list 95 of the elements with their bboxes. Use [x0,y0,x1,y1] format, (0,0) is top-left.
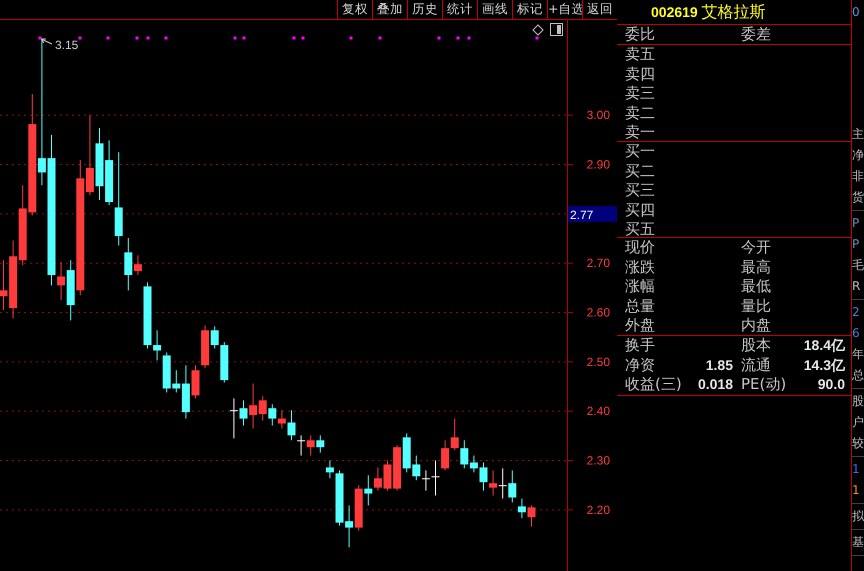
candlestick [336,470,344,526]
ask-level-label: 卖四 [625,64,656,84]
side-info-text: 净 [852,147,864,164]
candlestick [422,470,430,492]
side-info-text: 股 [852,393,864,410]
stock-code: 002619 [651,4,698,20]
side-info-text: 总 [852,367,864,384]
field-label: 最高 [740,258,772,278]
ask-level-label: 卖三 [625,84,656,104]
price-axis-label: 2.40 [586,404,610,418]
bid-level-label: 买二 [625,162,656,182]
field-value: 1.85 [706,356,733,373]
field-value: 14.3亿 [804,356,845,373]
candlestick [326,460,334,479]
bid-level-label: 买五 [625,220,656,240]
price-axis-label: 2.20 [586,502,610,517]
field-label: 净资 [625,356,656,376]
high-price-label: 3.15 [55,38,78,52]
price-axis-label: 2.30 [586,454,610,468]
field-label: 今开 [740,238,772,258]
field-label: 委差 [740,25,772,44]
candlestick [393,444,402,492]
candlestick [384,460,392,492]
side-info-text: 货 [852,189,864,206]
ask-level-label: 卖五 [625,45,656,65]
candlestick [153,330,162,361]
field-label: 总量 [625,296,656,316]
field-label: 内盘 [740,316,772,336]
field-label: 外盘 [625,316,656,336]
candlestick [316,434,324,454]
price-axis-label: 2.90 [586,158,610,172]
field-value: 18.4亿 [804,337,845,354]
price-axis-label: 2.50 [586,354,610,369]
side-info-text: 较 [852,435,864,452]
field-label: 委比 [625,25,656,44]
side-info-text: 毛 [852,257,864,274]
candlestick [297,434,306,456]
candlestick [268,404,276,426]
side-info-text: 年 [852,346,864,363]
bid-level-label: 买三 [625,181,656,201]
field-label: 涨幅 [625,277,656,297]
candlestick [480,462,488,492]
side-info-text: R [852,278,862,295]
candlestick [278,410,286,429]
side-info-text: P [852,236,860,253]
stock-name: 艾格拉斯 [702,2,766,22]
price-axis-label: 2.70 [586,256,610,270]
field-value: 90.0 [818,376,845,392]
field-label: 量比 [740,296,772,316]
ask-level-label: 卖二 [625,104,656,124]
bid-level-label: 买一 [625,142,656,162]
side-info-text: P [852,215,860,232]
candlestick [240,400,248,426]
diamond-icon[interactable] [532,24,544,36]
field-value: 0.018 [698,376,733,392]
field-label: PE(动) [740,375,785,395]
price-axis-label: 3.00 [586,108,610,122]
candlestick [230,398,238,439]
candlestick [288,410,296,441]
candlestick [528,504,536,528]
side-info-text: 非 [852,168,864,185]
field-label: 收益(三) [625,375,683,395]
candlestick [306,434,315,456]
side-info-text: 1 [852,461,861,478]
side-info-text: 主 [852,126,864,143]
leader-line [40,38,52,44]
candlestick [498,468,507,499]
panel-toggle-icon[interactable] [550,23,563,36]
candlestick [432,460,440,496]
candlestick [441,440,450,471]
candlestick [192,364,200,399]
price-axis-label: 2.60 [586,306,610,320]
side-info-text: 0 [852,4,861,21]
side-info-text: 拟 [852,508,864,525]
field-label: 股本 [740,336,772,356]
ask-level-label: 卖一 [625,123,656,142]
side-info-text: 1 [852,482,861,499]
side-info-text: 基 [852,534,864,551]
current-price-tag [568,206,617,222]
side-info-text: 6 [852,325,861,342]
candlestick [345,504,354,548]
field-label: 换手 [625,336,656,356]
field-label: 涨跌 [625,258,656,278]
side-info-text: 户 [852,414,864,431]
current-price-label: 2.77 [570,208,594,222]
candlestick [374,466,382,492]
field-label: 现价 [625,238,656,258]
candlestick [489,470,498,496]
side-info-text: 2 [852,304,861,321]
candlestick [450,418,459,451]
bid-level-label: 买四 [625,200,656,220]
field-label: 最低 [740,277,772,297]
candlestick [144,282,152,350]
candlestick [0,260,8,311]
field-label: 流通 [740,356,772,376]
